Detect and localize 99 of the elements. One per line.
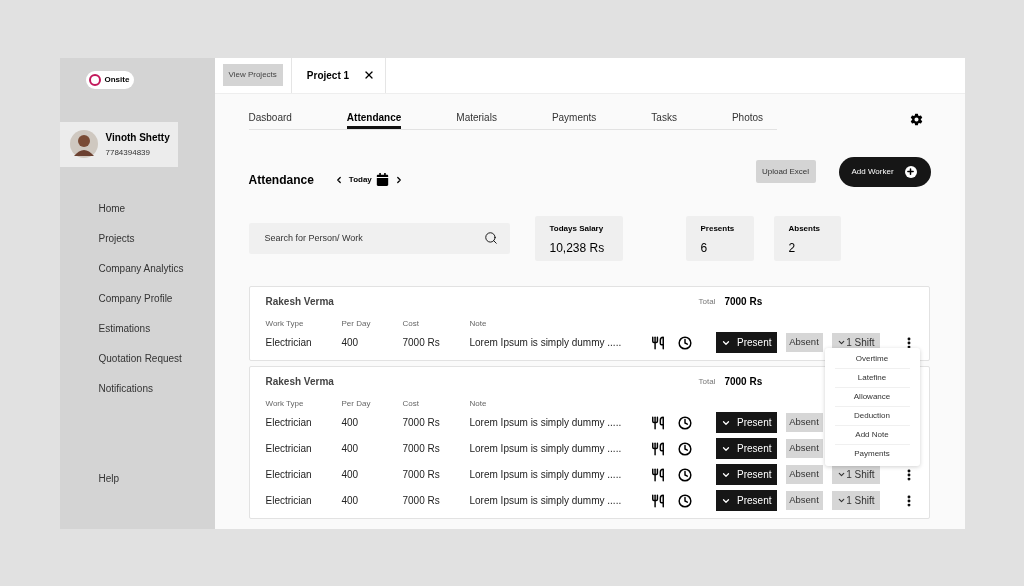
column-label: Work Type (265, 397, 305, 410)
stat-value: 2 (788, 239, 797, 257)
clock-icon[interactable] (677, 415, 692, 430)
absent-button[interactable]: Absent (785, 439, 823, 458)
help-link[interactable]: Help (98, 470, 215, 486)
cost: 7000 Rs (402, 336, 441, 350)
nav-tab[interactable]: Tasks (651, 108, 677, 129)
column-label: Per Day (341, 397, 372, 410)
chevron-down-icon (836, 338, 846, 347)
note: Lorem Ipsum is simply dummy ..... (469, 468, 623, 482)
per-day: 400 (341, 415, 403, 430)
absent-button[interactable]: Absent (785, 333, 823, 352)
plus-icon (904, 165, 917, 178)
absent-button[interactable]: Absent (785, 465, 823, 484)
status-dropdown[interactable]: Present (715, 438, 777, 459)
search-icon[interactable] (483, 230, 498, 245)
stat-value: 6 (700, 239, 709, 257)
sidebar-item[interactable]: Estimations (98, 320, 215, 336)
status-dropdown[interactable]: Present (715, 490, 777, 511)
logo-icon (88, 73, 101, 86)
note: Lorem Ipsum is simply dummy ..... (469, 442, 623, 456)
total-value: 7000 Rs (724, 295, 763, 309)
column-label: Cost (402, 397, 420, 410)
menu-item[interactable]: Allowance (834, 387, 910, 407)
logo: Onsite (85, 70, 134, 89)
search-field[interactable]: Search for Person/ Work (248, 222, 510, 254)
sidebar-item[interactable]: Projects (98, 230, 215, 246)
column-label: Note (469, 317, 488, 330)
user-phone: 7784394839 (105, 146, 151, 159)
fork-knife-icon[interactable] (650, 415, 665, 430)
note: Lorem Ipsum is simply dummy ..... (469, 494, 623, 508)
note: Lorem Ipsum is simply dummy ..... (469, 336, 623, 350)
fork-knife-icon[interactable] (650, 335, 665, 350)
sidebar-item[interactable]: Notifications (98, 380, 215, 396)
settings-icon[interactable] (909, 112, 923, 126)
column-label: Per Day (341, 317, 372, 330)
work-type: Electrician (265, 416, 313, 430)
clock-icon[interactable] (677, 335, 692, 350)
stat-label: Presents (700, 222, 736, 235)
cost: 7000 Rs (402, 494, 441, 508)
per-day: 400 (341, 335, 403, 350)
column-label: Work Type (265, 317, 305, 330)
per-day: 400 (341, 467, 403, 482)
shift-dropdown[interactable]: 1 Shift (831, 491, 880, 510)
sidebar-item[interactable]: Home (98, 200, 215, 216)
cost: 7000 Rs (402, 468, 441, 482)
sidebar-item[interactable]: Company Profile (98, 290, 215, 306)
clock-icon[interactable] (677, 441, 692, 456)
chevron-down-icon (836, 470, 846, 479)
work-type: Electrician (265, 468, 313, 482)
sidebar-item[interactable]: Quotation Request (98, 350, 215, 366)
menu-item[interactable]: Deduction (834, 406, 910, 426)
absent-button[interactable]: Absent (785, 413, 823, 432)
total-label: Total (698, 375, 716, 388)
stat-label: Absents (788, 222, 822, 235)
column-label: Cost (402, 317, 420, 330)
per-day: 400 (341, 493, 403, 508)
per-day: 400 (341, 441, 403, 456)
page-title: Attendance (248, 171, 314, 189)
cost: 7000 Rs (402, 416, 441, 430)
user-name: Vinoth Shetty (105, 130, 170, 145)
work-type: Electrician (265, 494, 313, 508)
nav-tab[interactable]: Dasboard (248, 108, 292, 129)
cost: 7000 Rs (402, 442, 441, 456)
avatar (69, 130, 98, 158)
worker-name: Rakesh Verma (265, 375, 335, 389)
date-label: Today (348, 173, 372, 186)
worker-name: Rakesh Verma (265, 295, 335, 309)
menu-item[interactable]: Payments (834, 444, 910, 464)
menu-item[interactable]: Latefine (834, 368, 910, 388)
clock-icon[interactable] (677, 493, 692, 508)
note: Lorem Ipsum is simply dummy ..... (469, 416, 623, 430)
total-label: Total (698, 295, 716, 308)
stat-value: 10,238 Rs (549, 239, 606, 257)
calendar-icon[interactable] (375, 173, 389, 186)
fork-knife-icon[interactable] (650, 441, 665, 456)
work-type: Electrician (265, 336, 313, 350)
sidebar-item[interactable]: Company Analytics (98, 260, 215, 276)
total-value: 7000 Rs (724, 375, 763, 389)
absent-button[interactable]: Absent (785, 491, 823, 510)
work-type: Electrician (265, 442, 313, 456)
nav-tab[interactable]: Materials (456, 108, 497, 129)
add-worker-button[interactable]: Add Worker (838, 156, 931, 187)
status-dropdown[interactable]: Present (715, 412, 777, 433)
view-projects-button[interactable]: View Projects (222, 64, 283, 86)
chevron-down-icon (836, 496, 846, 505)
column-label: Note (469, 397, 488, 410)
nav-tab[interactable]: Attendance (346, 108, 402, 129)
status-dropdown[interactable]: Present (715, 464, 777, 485)
menu-item[interactable]: Overtime (834, 349, 910, 369)
clock-icon[interactable] (677, 467, 692, 482)
stat-label: Todays Salary (549, 222, 605, 235)
upload-excel-button[interactable]: Upload Excel (755, 160, 816, 183)
nav-tab[interactable]: Payments (551, 108, 597, 129)
status-dropdown[interactable]: Present (715, 332, 777, 353)
fork-knife-icon[interactable] (650, 467, 665, 482)
fork-knife-icon[interactable] (650, 493, 665, 508)
nav-tab[interactable]: Photos (731, 108, 764, 129)
menu-item[interactable]: Add Note (834, 425, 910, 445)
